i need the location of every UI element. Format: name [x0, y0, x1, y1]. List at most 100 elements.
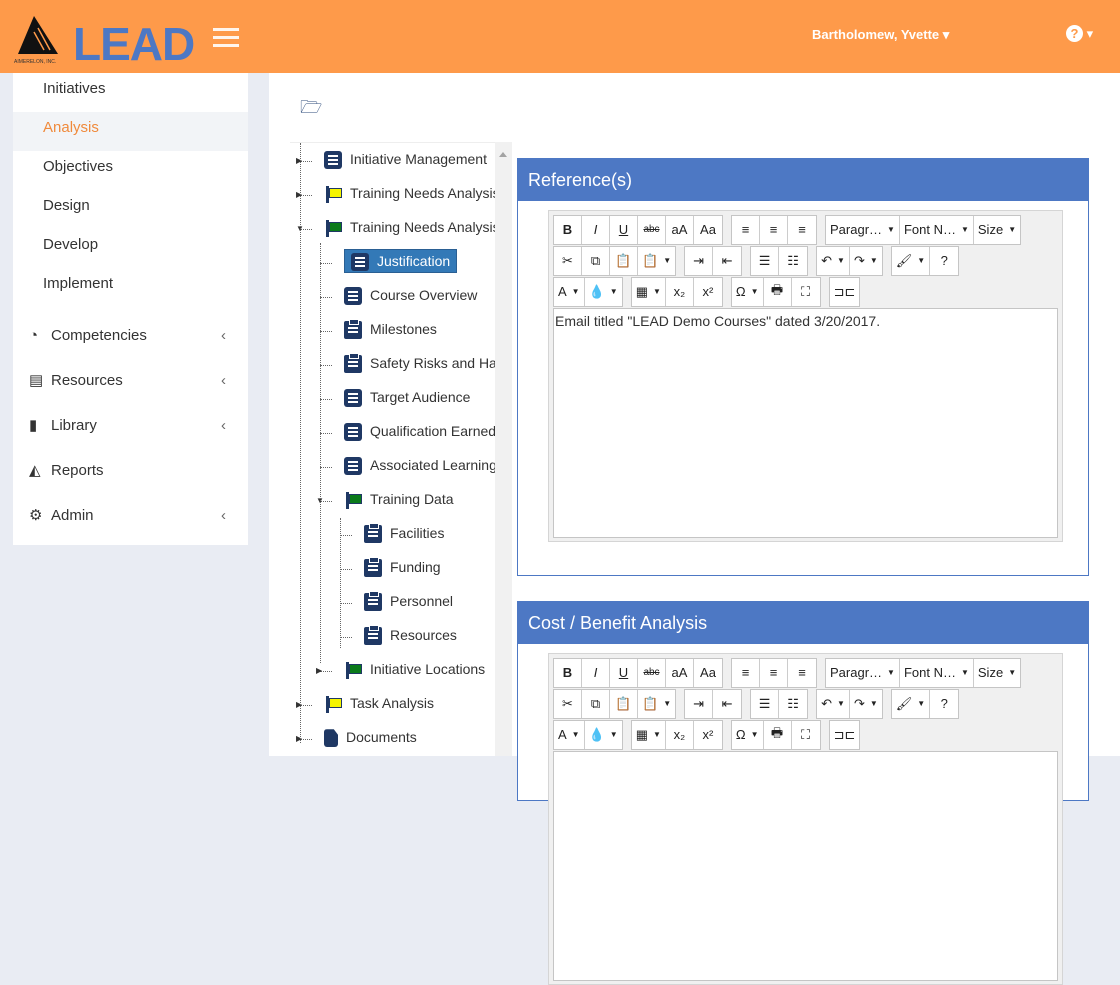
bold-button[interactable]: B: [554, 658, 582, 687]
sidebar-item-objectives[interactable]: Objectives: [13, 151, 248, 190]
print-button[interactable]: 🖶: [764, 277, 792, 306]
table-button[interactable]: ▦: [632, 277, 666, 306]
user-menu[interactable]: Bartholomew, Yvette ▾: [812, 27, 949, 43]
sidebar-group-admin[interactable]: ⚙ Admin ‹: [13, 493, 248, 538]
help-menu[interactable]: ? ▾: [1066, 25, 1093, 42]
tree-node[interactable]: Milestones: [344, 317, 437, 341]
strikethrough-button[interactable]: abc: [638, 215, 666, 244]
bullet-list-button[interactable]: ☰: [751, 689, 780, 718]
outdent-button[interactable]: ⇤: [713, 247, 741, 275]
chevron-left-icon[interactable]: ‹: [221, 493, 226, 538]
sidebar-item-analysis[interactable]: Analysis: [13, 112, 248, 151]
highlight-button[interactable]: 💧: [585, 278, 622, 306]
strikethrough-button[interactable]: abc: [638, 658, 666, 687]
cut-button[interactable]: ✂: [554, 689, 582, 718]
format-painter-button[interactable]: 🖌: [892, 689, 931, 718]
underline-button[interactable]: U: [610, 658, 638, 687]
tree-node[interactable]: Training Needs Analysis: [324, 181, 500, 205]
chevron-left-icon[interactable]: ‹: [221, 358, 226, 403]
bold-button[interactable]: B: [554, 215, 582, 244]
menu-toggle-icon[interactable]: [213, 28, 239, 52]
font-name-button[interactable]: Font N…: [900, 658, 974, 687]
expand-arrow-icon[interactable]: ▶: [316, 666, 322, 675]
sidebar-item-initiatives[interactable]: Initiatives: [13, 73, 248, 112]
tree-node[interactable]: Personnel: [364, 589, 453, 613]
paste-button[interactable]: 📋: [610, 689, 638, 718]
align-left-button[interactable]: ≡: [732, 215, 760, 244]
sidebar-group-library[interactable]: ▮ Library ‹: [13, 403, 248, 448]
undo-button[interactable]: ↶: [817, 689, 850, 718]
tree-node[interactable]: Funding: [364, 555, 441, 579]
paste-special-button[interactable]: 📋: [638, 247, 675, 275]
sidebar-group-resources[interactable]: ▤ Resources ‹: [13, 358, 248, 403]
lowercase-button[interactable]: aA: [666, 215, 694, 244]
help-button[interactable]: ?: [930, 247, 958, 275]
tree-scrollbar[interactable]: [495, 142, 512, 756]
copy-button[interactable]: ⧉: [582, 246, 610, 275]
font-color-button[interactable]: A: [554, 720, 585, 749]
page-break-button[interactable]: ⊐⊏: [830, 278, 860, 306]
tree-node[interactable]: Initiative Management: [324, 147, 487, 171]
sidebar-group-competencies[interactable]: ◔ Competencies ‹: [13, 313, 248, 358]
cut-button[interactable]: ✂: [554, 246, 582, 275]
chevron-left-icon[interactable]: ‹: [221, 313, 226, 358]
align-left-button[interactable]: ≡: [732, 658, 760, 687]
tree-node[interactable]: Justification: [344, 249, 458, 273]
tree-node[interactable]: Target Audience: [344, 385, 470, 409]
lowercase-button[interactable]: aA: [666, 658, 694, 687]
outdent-button[interactable]: ⇤: [713, 690, 741, 718]
tree-node[interactable]: Associated Learning E: [344, 453, 510, 477]
numbered-list-button[interactable]: ☷: [779, 247, 807, 275]
tree-node[interactable]: Course Overview: [344, 283, 477, 307]
fullscreen-button[interactable]: ⛶: [792, 721, 820, 749]
superscript-button[interactable]: x²: [694, 721, 722, 749]
tree-node[interactable]: Initiative Locations: [344, 657, 485, 681]
folder-open-icon[interactable]: 🗁: [300, 95, 322, 125]
superscript-button[interactable]: x²: [694, 278, 722, 306]
redo-button[interactable]: ↷: [850, 690, 882, 718]
special-char-button[interactable]: Ω: [732, 277, 764, 306]
tree-node[interactable]: Training Needs Analysis: [324, 215, 500, 239]
underline-button[interactable]: U: [610, 215, 638, 244]
tree-node[interactable]: Facilities: [364, 521, 444, 545]
align-center-button[interactable]: ≡: [760, 658, 788, 687]
capitalize-button[interactable]: Aa: [694, 216, 722, 244]
subscript-button[interactable]: x₂: [666, 720, 694, 749]
align-center-button[interactable]: ≡: [760, 215, 788, 244]
font-color-button[interactable]: A: [554, 277, 585, 306]
paragraph-button[interactable]: Paragr…: [826, 215, 900, 244]
subscript-button[interactable]: x₂: [666, 277, 694, 306]
sidebar-group-reports[interactable]: ◭ Reports: [13, 448, 248, 493]
sidebar-item-develop[interactable]: Develop: [13, 229, 248, 268]
align-right-button[interactable]: ≡: [788, 659, 816, 687]
italic-button[interactable]: I: [582, 658, 610, 687]
numbered-list-button[interactable]: ☷: [779, 690, 807, 718]
editor-content[interactable]: Email titled "LEAD Demo Courses" dated 3…: [553, 308, 1058, 538]
sidebar-item-implement[interactable]: Implement: [13, 268, 248, 307]
special-char-button[interactable]: Ω: [732, 720, 764, 749]
tree-node[interactable]: Qualification Earned: [344, 419, 496, 443]
tree-node[interactable]: Training Data: [344, 487, 454, 511]
capitalize-button[interactable]: Aa: [694, 659, 722, 687]
print-button[interactable]: 🖶: [764, 720, 792, 749]
font-name-button[interactable]: Font N…: [900, 215, 974, 244]
bullet-list-button[interactable]: ☰: [751, 246, 780, 275]
format-painter-button[interactable]: 🖌: [892, 246, 931, 275]
brand-logo[interactable]: LEAD: [73, 17, 195, 71]
paragraph-button[interactable]: Paragr…: [826, 658, 900, 687]
copy-button[interactable]: ⧉: [582, 689, 610, 718]
highlight-button[interactable]: 💧: [585, 721, 622, 749]
align-right-button[interactable]: ≡: [788, 216, 816, 244]
indent-button[interactable]: ⇥: [685, 689, 714, 718]
fullscreen-button[interactable]: ⛶: [792, 278, 820, 306]
editor-content[interactable]: [553, 751, 1058, 981]
size-button[interactable]: Size: [974, 216, 1020, 244]
table-button[interactable]: ▦: [632, 720, 666, 749]
help-button[interactable]: ?: [930, 690, 958, 718]
chevron-left-icon[interactable]: ‹: [221, 403, 226, 448]
undo-button[interactable]: ↶: [817, 246, 850, 275]
paste-button[interactable]: 📋: [610, 246, 638, 275]
tree-node[interactable]: Safety Risks and Haz: [344, 351, 504, 375]
size-button[interactable]: Size: [974, 659, 1020, 687]
sidebar-item-design[interactable]: Design: [13, 190, 248, 229]
